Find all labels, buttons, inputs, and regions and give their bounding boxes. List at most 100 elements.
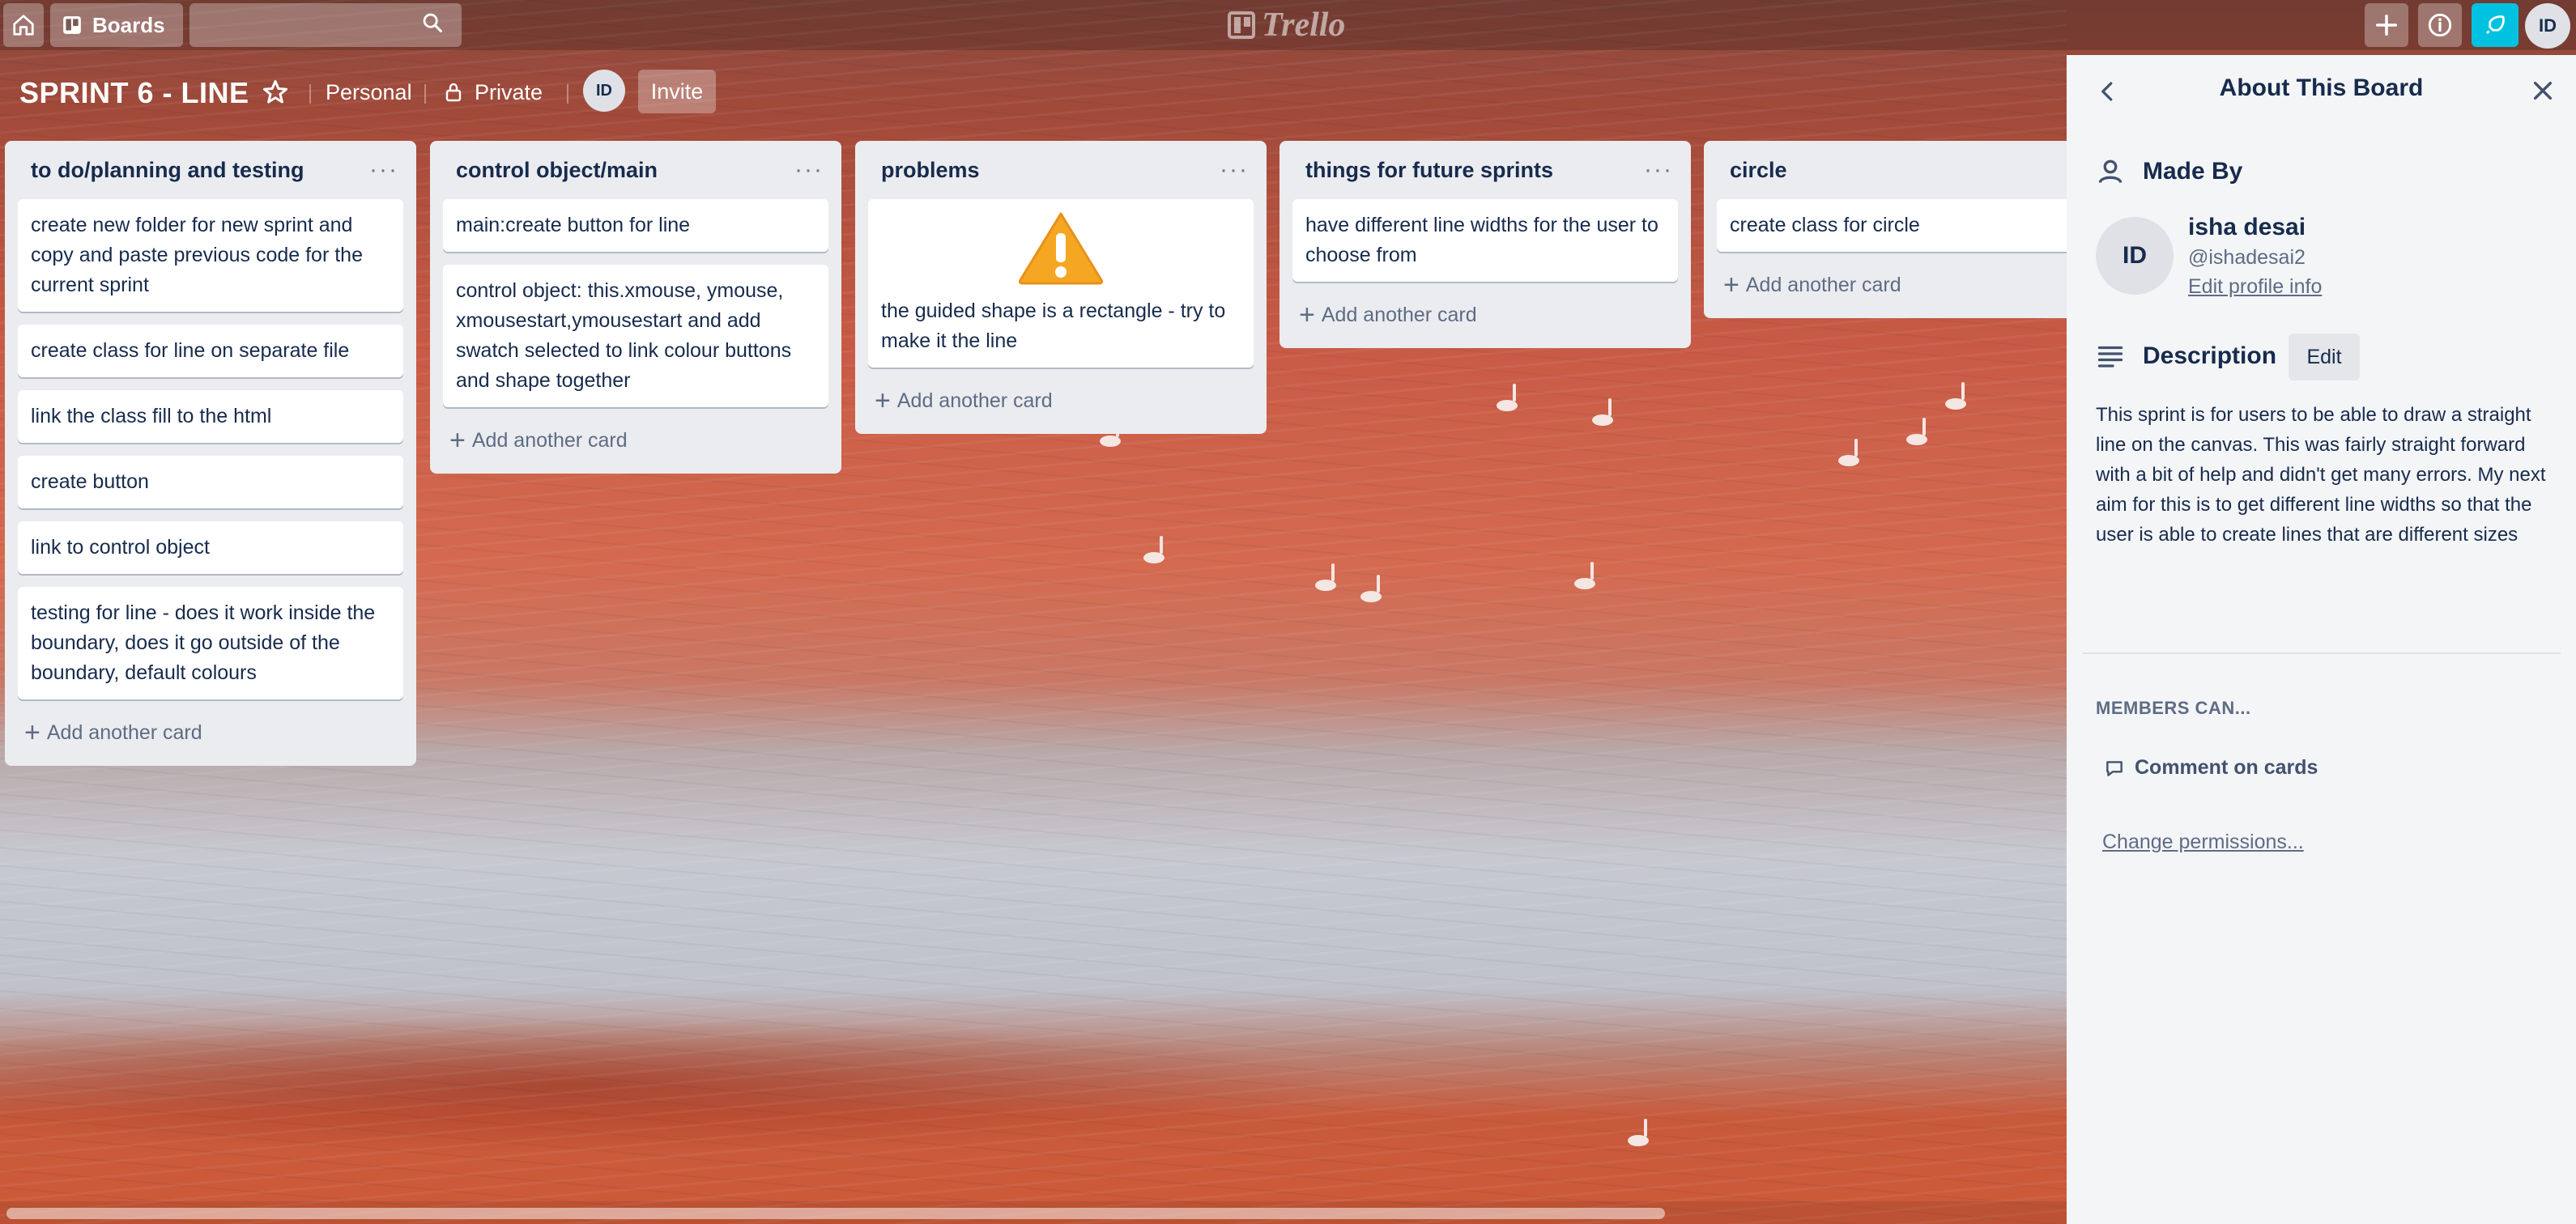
list-header: things for future sprints ··· — [1292, 141, 1678, 199]
list-things-for-future-sprints: things for future sprints ··· have diffe… — [1279, 141, 1691, 348]
list-title[interactable]: circle — [1730, 158, 1787, 183]
list-header: to do/planning and testing ··· — [18, 141, 403, 199]
card[interactable]: testing for line - does it work inside t… — [18, 587, 403, 699]
background-flamingo — [1360, 575, 1382, 614]
add-card-label: Add another card — [1745, 273, 1901, 296]
search-icon[interactable] — [421, 11, 444, 34]
warning-icon — [1018, 212, 1104, 285]
close-icon[interactable] — [2530, 78, 2556, 104]
horizontal-scrollbar[interactable] — [0, 1201, 2067, 1224]
lock-icon — [445, 83, 462, 102]
more-icon[interactable]: ··· — [794, 158, 828, 182]
add-card-label: Add another card — [46, 720, 202, 744]
home-icon — [13, 15, 34, 36]
team-label: Personal — [326, 79, 412, 104]
home-button[interactable] — [3, 3, 44, 47]
person-icon — [2098, 159, 2123, 184]
made-by-label: Made By — [2143, 158, 2243, 185]
boards-button[interactable]: Boards — [50, 3, 183, 47]
more-icon[interactable]: ··· — [1220, 158, 1254, 182]
list-to-do-planning-and-testing: to do/planning and testing ··· create ne… — [5, 141, 416, 766]
background-flamingo — [1574, 562, 1595, 601]
plus-icon — [2376, 15, 2397, 36]
plus-icon: + — [24, 717, 40, 748]
card[interactable]: have different line widths for the user … — [1292, 199, 1678, 282]
add-card-button[interactable]: + Add another card — [868, 380, 1254, 421]
comment-permission: Comment on cards — [2104, 756, 2318, 780]
info-button[interactable] — [2418, 3, 2462, 47]
list-problems: problems ··· the guided shape is a recta… — [855, 141, 1267, 434]
plus-icon: + — [449, 425, 466, 456]
background-flamingo — [1315, 563, 1336, 602]
scrollbar-thumb[interactable] — [6, 1208, 1665, 1219]
board-header: SPRINT 6 - LINE Personal Private ID Invi… — [0, 65, 810, 118]
card[interactable]: link to control object — [18, 521, 403, 574]
card-text: the guided shape is a rectangle - try to… — [881, 300, 1226, 352]
members-can-label: MEMBERS CAN... — [2096, 698, 2251, 718]
card-with-cover[interactable]: the guided shape is a rectangle - try to… — [868, 199, 1254, 368]
change-permissions-link[interactable]: Change permissions... — [2102, 831, 2304, 854]
add-card-label: Add another card — [896, 389, 1053, 412]
description-text[interactable]: This sprint is for users to be able to d… — [2096, 400, 2557, 550]
info-icon — [2428, 13, 2452, 37]
background-flamingo — [1592, 398, 1613, 437]
visibility-label: Private — [475, 79, 543, 104]
made-by-heading: Made By — [2096, 157, 2242, 186]
list-control-object-main: control object/main ··· main:create butt… — [430, 141, 841, 474]
boards-label: Boards — [92, 12, 165, 37]
card[interactable]: create class for line on separate file — [18, 325, 403, 377]
create-button[interactable] — [2365, 3, 2408, 47]
user-avatar[interactable]: ID — [2525, 3, 2570, 49]
background-flamingo — [1143, 536, 1165, 575]
card[interactable]: create new folder for new sprint and cop… — [18, 199, 403, 312]
logo-text: Trello — [1262, 6, 1346, 44]
background-flamingo — [1628, 1119, 1649, 1158]
visibility-button[interactable]: Private — [444, 76, 543, 108]
background-flamingo — [1945, 382, 1966, 421]
trello-logo[interactable]: Trello — [1228, 6, 1345, 44]
invite-button[interactable]: Invite — [638, 70, 716, 113]
sidebar-header: About This Board — [2067, 55, 2576, 128]
comment-permission-label: Comment on cards — [2135, 756, 2318, 779]
list-header: circle ··· — [1717, 141, 2102, 199]
card[interactable]: link the class fill to the html — [18, 390, 403, 443]
team-button[interactable]: Personal — [326, 76, 412, 108]
sidebar-title: About This Board — [2219, 74, 2424, 101]
board-title[interactable]: SPRINT 6 - LINE — [19, 76, 249, 110]
card[interactable]: main:create button for line — [443, 199, 828, 252]
creator-name: isha desai — [2188, 214, 2306, 240]
list-title[interactable]: problems — [881, 158, 980, 183]
background-flamingo — [1497, 384, 1518, 423]
notifications-button[interactable] — [2472, 3, 2519, 47]
add-card-button[interactable]: + Add another card — [443, 420, 828, 461]
list-circle: circle ··· create class for circle + Add… — [1704, 141, 2115, 318]
star-icon[interactable] — [259, 78, 292, 107]
creator-avatar[interactable]: ID — [2096, 217, 2174, 295]
card-cover — [881, 199, 1241, 296]
creator-handle: @ishadesai2 — [2188, 246, 2306, 269]
more-icon[interactable]: ··· — [369, 158, 403, 182]
add-card-label: Add another card — [1321, 303, 1477, 326]
list-title[interactable]: things for future sprints — [1305, 158, 1553, 183]
add-card-label: Add another card — [471, 428, 628, 452]
card[interactable]: create button — [18, 456, 403, 508]
plus-icon: + — [1299, 300, 1315, 330]
add-card-button[interactable]: + Add another card — [18, 712, 403, 753]
divider — [2083, 652, 2561, 654]
list-title[interactable]: to do/planning and testing — [31, 158, 304, 183]
add-card-button[interactable]: + Add another card — [1717, 265, 2102, 305]
edit-profile-link[interactable]: Edit profile info — [2188, 275, 2322, 299]
more-icon[interactable]: ··· — [1644, 158, 1678, 182]
plus-icon: + — [875, 385, 891, 416]
top-navigation-bar: Boards Trello ID — [0, 0, 2576, 50]
add-card-button[interactable]: + Add another card — [1292, 295, 1678, 335]
bell-icon — [2486, 15, 2505, 34]
plus-icon: + — [1723, 270, 1739, 300]
card[interactable]: create class for circle — [1717, 199, 2102, 252]
background-flamingo — [1906, 418, 1927, 457]
header-divider — [424, 84, 426, 104]
list-title[interactable]: control object/main — [456, 158, 658, 183]
edit-description-button[interactable]: Edit — [2289, 334, 2360, 380]
member-avatar[interactable]: ID — [583, 70, 625, 112]
card[interactable]: control object: this.xmouse, ymouse, xmo… — [443, 265, 828, 407]
